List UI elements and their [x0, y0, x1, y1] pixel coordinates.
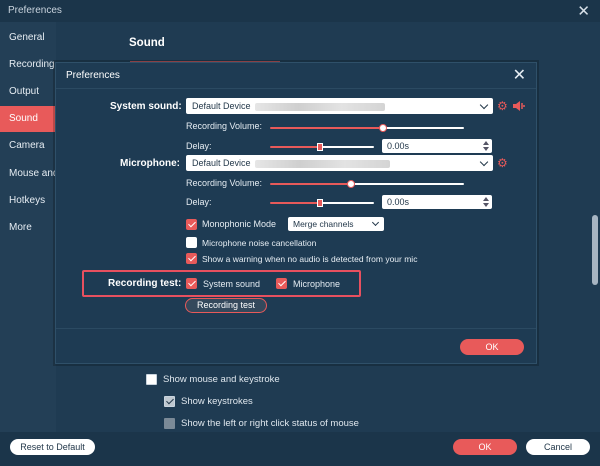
- system-sound-device-select[interactable]: Default Device: [186, 98, 493, 114]
- device-name-blur: [254, 102, 385, 111]
- spin-down-icon[interactable]: [483, 147, 489, 151]
- chevron-down-icon: [479, 157, 489, 167]
- system-delay-fill: [270, 146, 320, 148]
- show-mouse-checkbox[interactable]: [146, 374, 157, 385]
- close-icon[interactable]: ✕: [577, 2, 590, 20]
- test-system-sound-checkbox[interactable]: [186, 278, 197, 289]
- no-audio-warning-label: Show a warning when no audio is detected…: [202, 254, 418, 264]
- footer-bar: Reset to Default OK Cancel: [0, 432, 600, 466]
- show-keystrokes-checkbox[interactable]: [164, 396, 175, 407]
- gear-icon[interactable]: ⚙: [497, 157, 509, 169]
- mic-volume-fill: [270, 183, 351, 185]
- mic-delay-knob[interactable]: [317, 199, 323, 207]
- spin-up-icon[interactable]: [483, 197, 489, 201]
- dialog-close-icon[interactable]: ✕: [513, 65, 526, 85]
- test-microphone-checkbox[interactable]: [276, 278, 287, 289]
- sidebar-item-general[interactable]: General: [0, 25, 56, 51]
- sidebar-item-sound[interactable]: Sound: [0, 106, 56, 132]
- system-sound-label: System sound:: [110, 101, 182, 112]
- test-microphone-label: Microphone: [293, 279, 341, 289]
- microphone-device-value: Default Device: [192, 158, 251, 168]
- system-sound-device-value: Default Device: [192, 101, 251, 111]
- gear-icon[interactable]: ⚙: [497, 100, 509, 112]
- mono-mode-label: Monophonic Mode: [202, 219, 277, 229]
- mic-delay-label: Delay:: [186, 197, 212, 207]
- dialog-ok-button[interactable]: OK: [460, 339, 524, 355]
- device-name-blur: [254, 159, 390, 168]
- preferences-dialog: Preferences ✕ System sound: Default Devi…: [55, 62, 537, 364]
- chevron-down-icon: [371, 218, 380, 227]
- sidebar-item-hotkeys[interactable]: Hotkeys: [0, 188, 56, 214]
- section-title: Sound: [129, 37, 165, 49]
- cancel-button[interactable]: Cancel: [526, 439, 590, 455]
- recording-test-label: Recording test:: [108, 278, 182, 289]
- speaker-settings-icon[interactable]: [512, 100, 526, 112]
- chevron-down-icon: [479, 100, 489, 110]
- show-keystrokes-row[interactable]: Show keystrokes: [164, 396, 253, 407]
- show-keystrokes-label: Show keystrokes: [181, 396, 253, 407]
- mono-mode-checkbox[interactable]: [186, 219, 197, 230]
- sidebar: General Recording Preferences Output Sou…: [0, 22, 56, 432]
- system-volume-track: [383, 127, 464, 129]
- dialog-header-divider: [56, 88, 536, 89]
- test-system-sound-label: System sound: [203, 279, 261, 289]
- microphone-label: Microphone:: [120, 158, 180, 169]
- microphone-device-select[interactable]: Default Device: [186, 155, 493, 171]
- title-bar: Preferences ✕: [0, 0, 600, 22]
- mic-volume-knob[interactable]: [347, 180, 355, 188]
- no-audio-warning-checkbox[interactable]: [186, 253, 197, 264]
- noise-cancellation-checkbox[interactable]: [186, 237, 197, 248]
- system-volume-knob[interactable]: [379, 124, 387, 132]
- ok-button[interactable]: OK: [453, 439, 517, 455]
- dialog-footer-divider: [56, 328, 536, 329]
- system-delay-value: 0.00s: [387, 141, 410, 151]
- show-click-checkbox[interactable]: [164, 418, 175, 429]
- show-click-row[interactable]: Show the left or right click status of m…: [164, 418, 359, 429]
- scrollbar-thumb[interactable]: [592, 215, 598, 285]
- dialog-title: Preferences: [66, 70, 120, 81]
- mic-delay-value: 0.00s: [387, 197, 410, 207]
- sidebar-item-mouse-keystroke[interactable]: Mouse and Keystroke: [0, 161, 56, 187]
- mic-delay-fill: [270, 202, 320, 204]
- sidebar-item-more[interactable]: More: [0, 215, 56, 241]
- show-click-label: Show the left or right click status of m…: [181, 418, 359, 429]
- show-mouse-label: Show mouse and keystroke: [163, 374, 280, 385]
- spin-down-icon[interactable]: [483, 203, 489, 207]
- channel-mode-select[interactable]: Merge channels: [288, 217, 384, 231]
- system-delay-input[interactable]: 0.00s: [382, 139, 492, 153]
- system-delay-knob[interactable]: [317, 143, 323, 151]
- system-volume-label: Recording Volume:: [186, 121, 263, 131]
- mic-volume-label: Recording Volume:: [186, 178, 263, 188]
- mic-volume-track: [351, 183, 464, 185]
- mic-delay-track: [320, 202, 374, 204]
- system-delay-track: [320, 146, 374, 148]
- mic-delay-input[interactable]: 0.00s: [382, 195, 492, 209]
- system-delay-label: Delay:: [186, 141, 212, 151]
- window-title: Preferences: [8, 5, 62, 16]
- sidebar-item-recording-preferences[interactable]: Recording Preferences: [0, 52, 56, 78]
- system-volume-fill: [270, 127, 383, 129]
- reset-button[interactable]: Reset to Default: [10, 439, 95, 455]
- noise-cancellation-label: Microphone noise cancellation: [202, 238, 317, 248]
- spin-up-icon[interactable]: [483, 141, 489, 145]
- show-mouse-row[interactable]: Show mouse and keystroke: [146, 374, 280, 385]
- channel-mode-value: Merge channels: [293, 219, 354, 229]
- sidebar-item-camera[interactable]: Camera: [0, 133, 56, 159]
- sidebar-item-output[interactable]: Output: [0, 79, 56, 105]
- recording-test-button[interactable]: Recording test: [185, 298, 267, 313]
